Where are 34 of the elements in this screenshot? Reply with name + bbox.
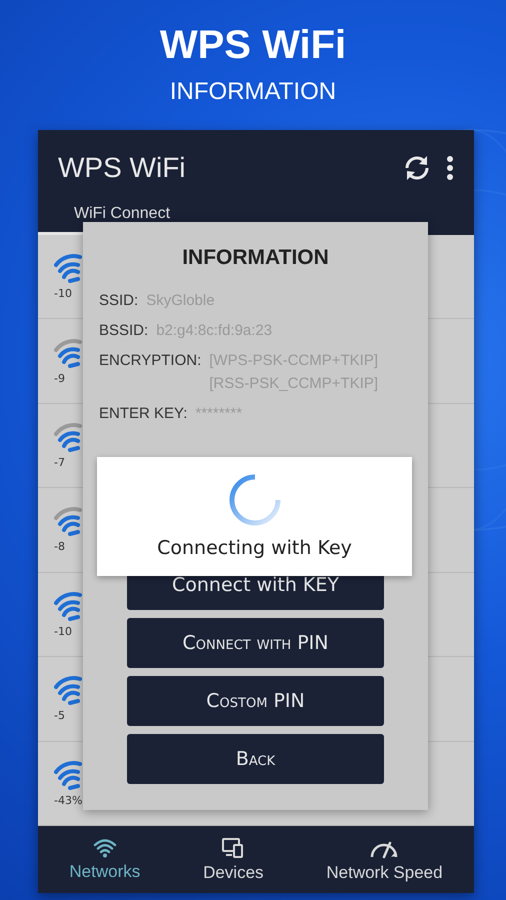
wifi-signal-icon [54, 338, 84, 368]
signal-strength: -43% [54, 794, 82, 807]
field-label: ENTER KEY: [99, 405, 188, 422]
signal-strength: -7 [54, 456, 65, 470]
wifi-signal-icon [54, 253, 84, 284]
field-value: ******** [195, 405, 242, 422]
signal-strength: -10 [54, 624, 72, 638]
field-label: BSSID: [99, 322, 148, 339]
promo-subtitle: INFORMATION [170, 78, 336, 106]
dialog-title: INFORMATION [181, 246, 330, 270]
wifi-signal-icon [54, 590, 84, 621]
signal-strength: -10 [54, 287, 72, 300]
signal-strength: -9 [54, 372, 65, 385]
field-label: ENCRYPTION: [99, 352, 202, 371]
nav-item[interactable]: Network Speed [326, 836, 443, 882]
promo-title: WPS WiFi [160, 22, 346, 69]
dialog-button[interactable]: Costom PIN [127, 676, 384, 726]
spinner-icon [228, 473, 282, 527]
wifi-signal-icon [54, 760, 84, 790]
field-label: SSID: [99, 292, 138, 309]
dialog-button[interactable]: Connect with PIN [127, 618, 384, 668]
wifi-signal-icon [54, 506, 84, 536]
nav-item[interactable]: Devices [203, 836, 264, 882]
wifi-signal-icon [54, 675, 84, 706]
nav-item[interactable]: Networks [69, 838, 140, 882]
app-title: WPS WiFi [58, 152, 187, 184]
devices-icon [221, 836, 246, 858]
wifi-signal-icon [54, 422, 84, 452]
signal-strength: -5 [54, 709, 65, 722]
more-menu-icon[interactable] [446, 154, 454, 180]
dialog-button[interactable]: Back [127, 734, 384, 784]
progress-message: Connecting with Key [157, 537, 352, 559]
wifi-icon [92, 838, 117, 858]
signal-strength: -8 [54, 540, 65, 554]
